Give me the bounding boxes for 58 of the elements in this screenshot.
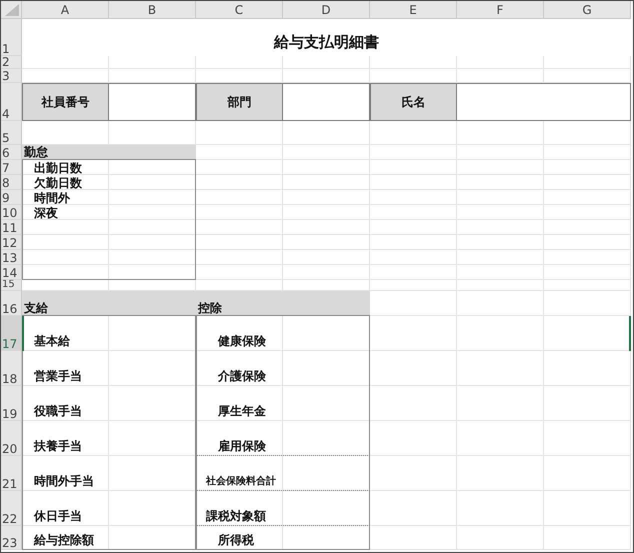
row-header[interactable]: 15: [1, 280, 22, 291]
input-cell[interactable]: [457, 83, 631, 121]
row-label: 健康保険: [218, 335, 266, 347]
row-label: 厚生年金: [218, 405, 266, 417]
input-cell[interactable]: [109, 83, 196, 121]
row-header[interactable]: 19: [1, 386, 22, 421]
row-label: 基本給: [34, 335, 70, 347]
row-header[interactable]: 20: [1, 421, 22, 456]
input-cell[interactable]: [283, 83, 370, 121]
row-label: 介護保険: [218, 370, 266, 382]
row-header[interactable]: 23: [1, 526, 22, 550]
section-heading: 支給: [22, 291, 196, 316]
row-header[interactable]: 18: [1, 351, 22, 386]
column-header[interactable]: G: [544, 1, 631, 19]
row-label: 社会保険料合計: [206, 477, 276, 487]
row-header[interactable]: 9: [1, 190, 22, 205]
row-label: 深夜: [34, 206, 58, 218]
column-header[interactable]: B: [109, 1, 196, 19]
sheet-title: 給与支払明細書: [22, 19, 631, 56]
column-header[interactable]: A: [22, 1, 109, 19]
row-label: 時間外手当: [34, 475, 94, 487]
row-header[interactable]: 22: [1, 491, 22, 526]
row-header[interactable]: 8: [1, 175, 22, 190]
row-header[interactable]: 12: [1, 235, 22, 250]
row-label: 雇用保険: [218, 440, 266, 452]
row-label: 休日手当: [34, 510, 82, 522]
row-label: 課税対象額: [206, 510, 266, 522]
column-header[interactable]: F: [457, 1, 544, 19]
row-label: 給与控除額: [34, 534, 94, 546]
column-header[interactable]: E: [370, 1, 457, 19]
row-header[interactable]: 3: [1, 69, 22, 83]
row-header[interactable]: 4: [1, 83, 22, 121]
row-header[interactable]: 7: [1, 160, 22, 175]
row-label: 欠勤日数: [34, 176, 82, 188]
section-heading: 勤怠: [22, 145, 196, 160]
row-header[interactable]: 11: [1, 220, 22, 235]
row-label: 役職手当: [34, 405, 82, 417]
column-header[interactable]: C: [196, 1, 283, 19]
row-label: 営業手当: [34, 370, 82, 382]
row-header[interactable]: 14: [1, 265, 22, 280]
label-cell: 社員番号: [22, 83, 109, 121]
row-header[interactable]: 5: [1, 121, 22, 145]
column-header[interactable]: D: [283, 1, 370, 19]
row-label: 所得税: [218, 534, 254, 546]
row-header[interactable]: 1: [1, 19, 22, 56]
row-label: 時間外: [34, 192, 70, 204]
row-label: 出勤日数: [34, 162, 82, 174]
row-header[interactable]: 6: [1, 145, 22, 160]
label-cell: 部門: [196, 83, 283, 121]
row-header[interactable]: 2: [1, 56, 22, 69]
row-header[interactable]: 10: [1, 205, 22, 220]
label-cell: 氏名: [370, 83, 457, 121]
row-header[interactable]: 21: [1, 456, 22, 491]
section-heading: 控除: [196, 291, 370, 316]
row-header[interactable]: 17: [1, 316, 22, 351]
row-header[interactable]: 13: [1, 250, 22, 265]
row-label: 扶養手当: [34, 440, 82, 452]
row-header[interactable]: 16: [1, 291, 22, 316]
